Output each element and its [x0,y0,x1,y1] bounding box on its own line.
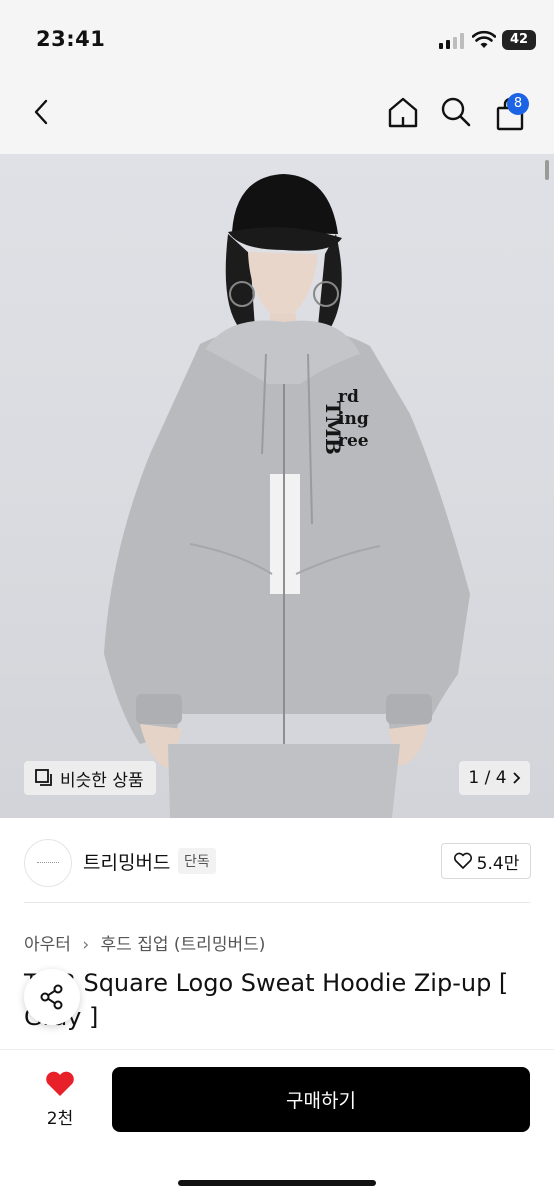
brand-logo-mark [37,862,59,863]
hoodie-model-illustration [104,174,470,818]
status-time: 23:41 [36,27,106,51]
brand-like-count: 5.4만 [476,853,520,874]
wishlist-button[interactable]: 2천 [20,1066,100,1132]
home-icon [388,97,418,128]
breadcrumb: 아우터 › 후드 집업 (트리밍버드) [24,930,265,955]
brand-name[interactable]: 트리밍버드 [83,848,170,875]
battery-indicator: 42 [502,30,536,50]
chevron-right-icon [512,772,520,784]
scrollbar[interactable] [545,160,549,180]
brand-logo[interactable] [24,839,72,887]
breadcrumb-separator: › [82,935,90,955]
breadcrumb-subcategory[interactable]: 후드 집업 (트리밍버드) [101,935,266,955]
cellular-signal-icon [439,33,464,49]
cart-count-badge: 8 [507,93,529,115]
heart-outline-icon [453,852,472,869]
breadcrumb-category[interactable]: 아우터 [24,935,71,955]
wishlist-count: 2천 [46,1109,74,1129]
share-icon [40,984,63,1010]
back-button[interactable] [22,92,62,132]
search-icon [441,97,471,127]
home-indicator [178,1180,376,1186]
chevron-left-icon [34,99,48,125]
copy-icon [35,769,52,786]
exclusive-badge: 단독 [178,848,216,874]
wifi-icon [472,30,496,48]
heart-filled-icon [46,1071,74,1096]
similar-products-label: 비슷한 상품 [60,770,144,791]
product-title: TMB Square Logo Sweat Hoodie Zip-up [ Gr… [24,969,509,1031]
share-button[interactable] [24,969,80,1025]
brand-like-button[interactable]: 5.4만 [441,843,531,879]
page-indicator-label: 1 / 4 [468,768,507,788]
product-image[interactable]: rd ing ree TMB 비슷한 상품 1 / 4 [0,154,554,818]
image-page-indicator[interactable]: 1 / 4 [459,761,530,795]
hoodie-logo-vertical: TMB [320,401,345,455]
home-button[interactable] [383,92,423,132]
divider [24,902,530,903]
buy-button[interactable]: 구매하기 [112,1067,530,1132]
similar-products-button[interactable]: 비슷한 상품 [24,761,156,795]
search-button[interactable] [436,92,476,132]
